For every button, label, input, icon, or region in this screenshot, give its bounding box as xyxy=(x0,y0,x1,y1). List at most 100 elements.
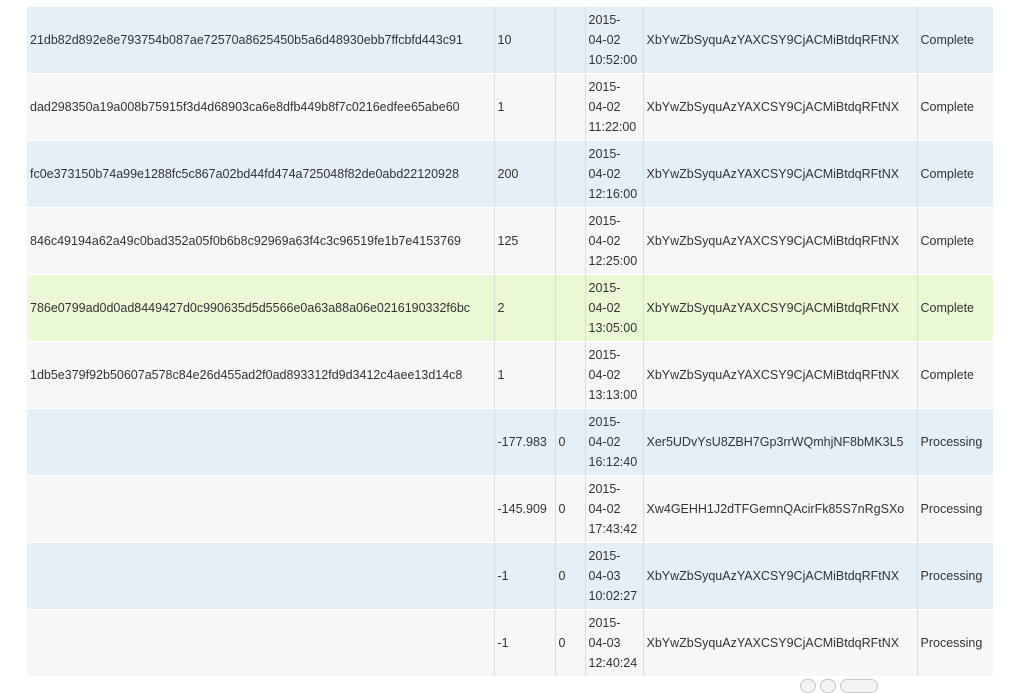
date-part: 2015- xyxy=(588,616,621,630)
pager-page-button[interactable] xyxy=(840,679,878,693)
date-time: 10:02:27 xyxy=(588,589,638,603)
table-row[interactable]: 786e0799ad0d0ad8449427d0c990635d5d5566e0… xyxy=(27,274,993,342)
address-cell: XbYwZbSyquAzYAXCSY9CjACMiBtdqRFtNX xyxy=(643,140,918,208)
date-part: 2015- xyxy=(588,482,621,496)
tx-hash-cell: 1db5e379f92b50607a578c84e26d455ad2f0ad89… xyxy=(27,341,495,409)
date-cell: 2015- 04-02 10:52:00 xyxy=(585,7,644,74)
table-row[interactable]: 846c49194a62a49c0bad352a05f0b6b8c92969a6… xyxy=(27,207,993,275)
address-cell: XbYwZbSyquAzYAXCSY9CjACMiBtdqRFtNX xyxy=(643,73,918,141)
date-part: 2015- xyxy=(588,549,621,563)
amount-cell: -177.983 xyxy=(494,408,556,476)
date-time: 13:13:00 xyxy=(588,388,638,402)
status-cell: Complete xyxy=(917,140,993,208)
date-part: 2015- xyxy=(588,214,621,228)
date-time: 12:40:24 xyxy=(588,656,638,670)
tx-hash-cell xyxy=(27,408,495,476)
confirmations-cell xyxy=(555,140,586,208)
date-time: 16:12:40 xyxy=(588,455,638,469)
date-cell: 2015- 04-02 16:12:40 xyxy=(585,408,644,476)
date-part: 2015- xyxy=(588,348,621,362)
confirmations-cell: 0 xyxy=(555,408,586,476)
date-time: 10:52:00 xyxy=(588,53,638,67)
status-cell: Processing xyxy=(917,408,993,476)
amount-cell: -145.909 xyxy=(494,475,556,543)
address-cell: XbYwZbSyquAzYAXCSY9CjACMiBtdqRFtNX xyxy=(643,207,918,275)
confirmations-cell: 0 xyxy=(555,542,586,610)
transactions-table-body: 21db82d892e8e793754b087ae72570a8625450b5… xyxy=(27,7,993,677)
status-cell: Complete xyxy=(917,274,993,342)
confirmations-cell xyxy=(555,73,586,141)
confirmations-cell: 0 xyxy=(555,475,586,543)
table-row[interactable]: fc0e373150b74a99e1288fc5c867a02bd44fd474… xyxy=(27,140,993,208)
pagination-controls xyxy=(800,679,878,693)
date-part: 04-02 xyxy=(588,502,621,516)
confirmations-cell xyxy=(555,274,586,342)
status-cell: Processing xyxy=(917,609,993,677)
date-cell: 2015- 04-02 12:25:00 xyxy=(585,207,644,275)
date-part: 04-02 xyxy=(588,234,621,248)
pager-prev-button[interactable] xyxy=(800,679,816,693)
date-time: 17:43:42 xyxy=(588,522,638,536)
address-cell: Xer5UDvYsU8ZBH7Gp3rrWQmhjNF8bMK3L5 xyxy=(643,408,918,476)
status-cell: Processing xyxy=(917,475,993,543)
table-row[interactable]: dad298350a19a008b75915f3d4d68903ca6e8dfb… xyxy=(27,73,993,141)
address-cell: XbYwZbSyquAzYAXCSY9CjACMiBtdqRFtNX xyxy=(643,274,918,342)
date-part: 04-02 xyxy=(588,100,621,114)
table-row[interactable]: -145.909 0 2015- 04-02 17:43:42 Xw4GEHH1J2dTF… xyxy=(27,475,993,543)
address-cell: Xw4GEHH1J2dTFGemnQAcirFk85S7nRgSXo xyxy=(643,475,918,543)
status-cell: Complete xyxy=(917,341,993,409)
date-part: 04-02 xyxy=(588,33,621,47)
table-row[interactable]: -1 0 2015- 04-03 12:40:24 XbYwZbSyquAzYAXCSY9… xyxy=(27,609,993,677)
amount-cell: 1 xyxy=(494,73,556,141)
date-part: 04-02 xyxy=(588,368,621,382)
date-part: 04-02 xyxy=(588,167,621,181)
pager-next-button[interactable] xyxy=(820,679,836,693)
tx-hash-cell xyxy=(27,542,495,610)
table-row[interactable]: 21db82d892e8e793754b087ae72570a8625450b5… xyxy=(27,7,993,74)
date-time: 13:05:00 xyxy=(588,321,638,335)
date-part: 04-02 xyxy=(588,301,621,315)
date-part: 2015- xyxy=(588,415,621,429)
date-part: 2015- xyxy=(588,147,621,161)
amount-cell: -1 xyxy=(494,542,556,610)
address-cell: XbYwZbSyquAzYAXCSY9CjACMiBtdqRFtNX xyxy=(643,341,918,409)
table-row[interactable]: 1db5e379f92b50607a578c84e26d455ad2f0ad89… xyxy=(27,341,993,409)
date-time: 11:22:00 xyxy=(588,120,637,134)
confirmations-cell xyxy=(555,7,586,74)
confirmations-cell: 0 xyxy=(555,609,586,677)
tx-hash-cell xyxy=(27,475,495,543)
amount-cell: 125 xyxy=(494,207,556,275)
status-cell: Processing xyxy=(917,542,993,610)
tx-hash-cell: dad298350a19a008b75915f3d4d68903ca6e8dfb… xyxy=(27,73,495,141)
date-cell: 2015- 04-02 12:16:00 xyxy=(585,140,644,208)
date-time: 12:16:00 xyxy=(588,187,638,201)
date-cell: 2015- 04-02 13:05:00 xyxy=(585,274,644,342)
status-cell: Complete xyxy=(917,207,993,275)
date-part: 04-03 xyxy=(588,636,621,650)
amount-cell: 200 xyxy=(494,140,556,208)
amount-cell: 10 xyxy=(494,7,556,74)
date-part: 2015- xyxy=(588,13,621,27)
status-cell: Complete xyxy=(917,7,993,74)
amount-cell: 2 xyxy=(494,274,556,342)
transactions-table: 21db82d892e8e793754b087ae72570a8625450b5… xyxy=(27,7,993,677)
table-row[interactable]: -1 0 2015- 04-03 10:02:27 XbYwZbSyquAzYAXCSY9… xyxy=(27,542,993,610)
date-cell: 2015- 04-03 10:02:27 xyxy=(585,542,644,610)
date-part: 04-03 xyxy=(588,569,621,583)
table-row[interactable]: -177.983 0 2015- 04-02 16:12:40 Xer5UDvYsU8ZB… xyxy=(27,408,993,476)
tx-hash-cell xyxy=(27,609,495,677)
tx-hash-cell: fc0e373150b74a99e1288fc5c867a02bd44fd474… xyxy=(27,140,495,208)
date-cell: 2015- 04-03 12:40:24 xyxy=(585,609,644,677)
status-cell: Complete xyxy=(917,73,993,141)
date-part: 2015- xyxy=(588,281,621,295)
address-cell: XbYwZbSyquAzYAXCSY9CjACMiBtdqRFtNX xyxy=(643,7,918,74)
date-cell: 2015- 04-02 17:43:42 xyxy=(585,475,644,543)
date-time: 12:25:00 xyxy=(588,254,638,268)
confirmations-cell xyxy=(555,341,586,409)
date-cell: 2015- 04-02 11:22:00 xyxy=(585,73,644,141)
tx-hash-cell: 786e0799ad0d0ad8449427d0c990635d5d5566e0… xyxy=(27,274,495,342)
date-cell: 2015- 04-02 13:13:00 xyxy=(585,341,644,409)
date-part: 2015- xyxy=(588,80,621,94)
address-cell: XbYwZbSyquAzYAXCSY9CjACMiBtdqRFtNX xyxy=(643,542,918,610)
address-cell: XbYwZbSyquAzYAXCSY9CjACMiBtdqRFtNX xyxy=(643,609,918,677)
